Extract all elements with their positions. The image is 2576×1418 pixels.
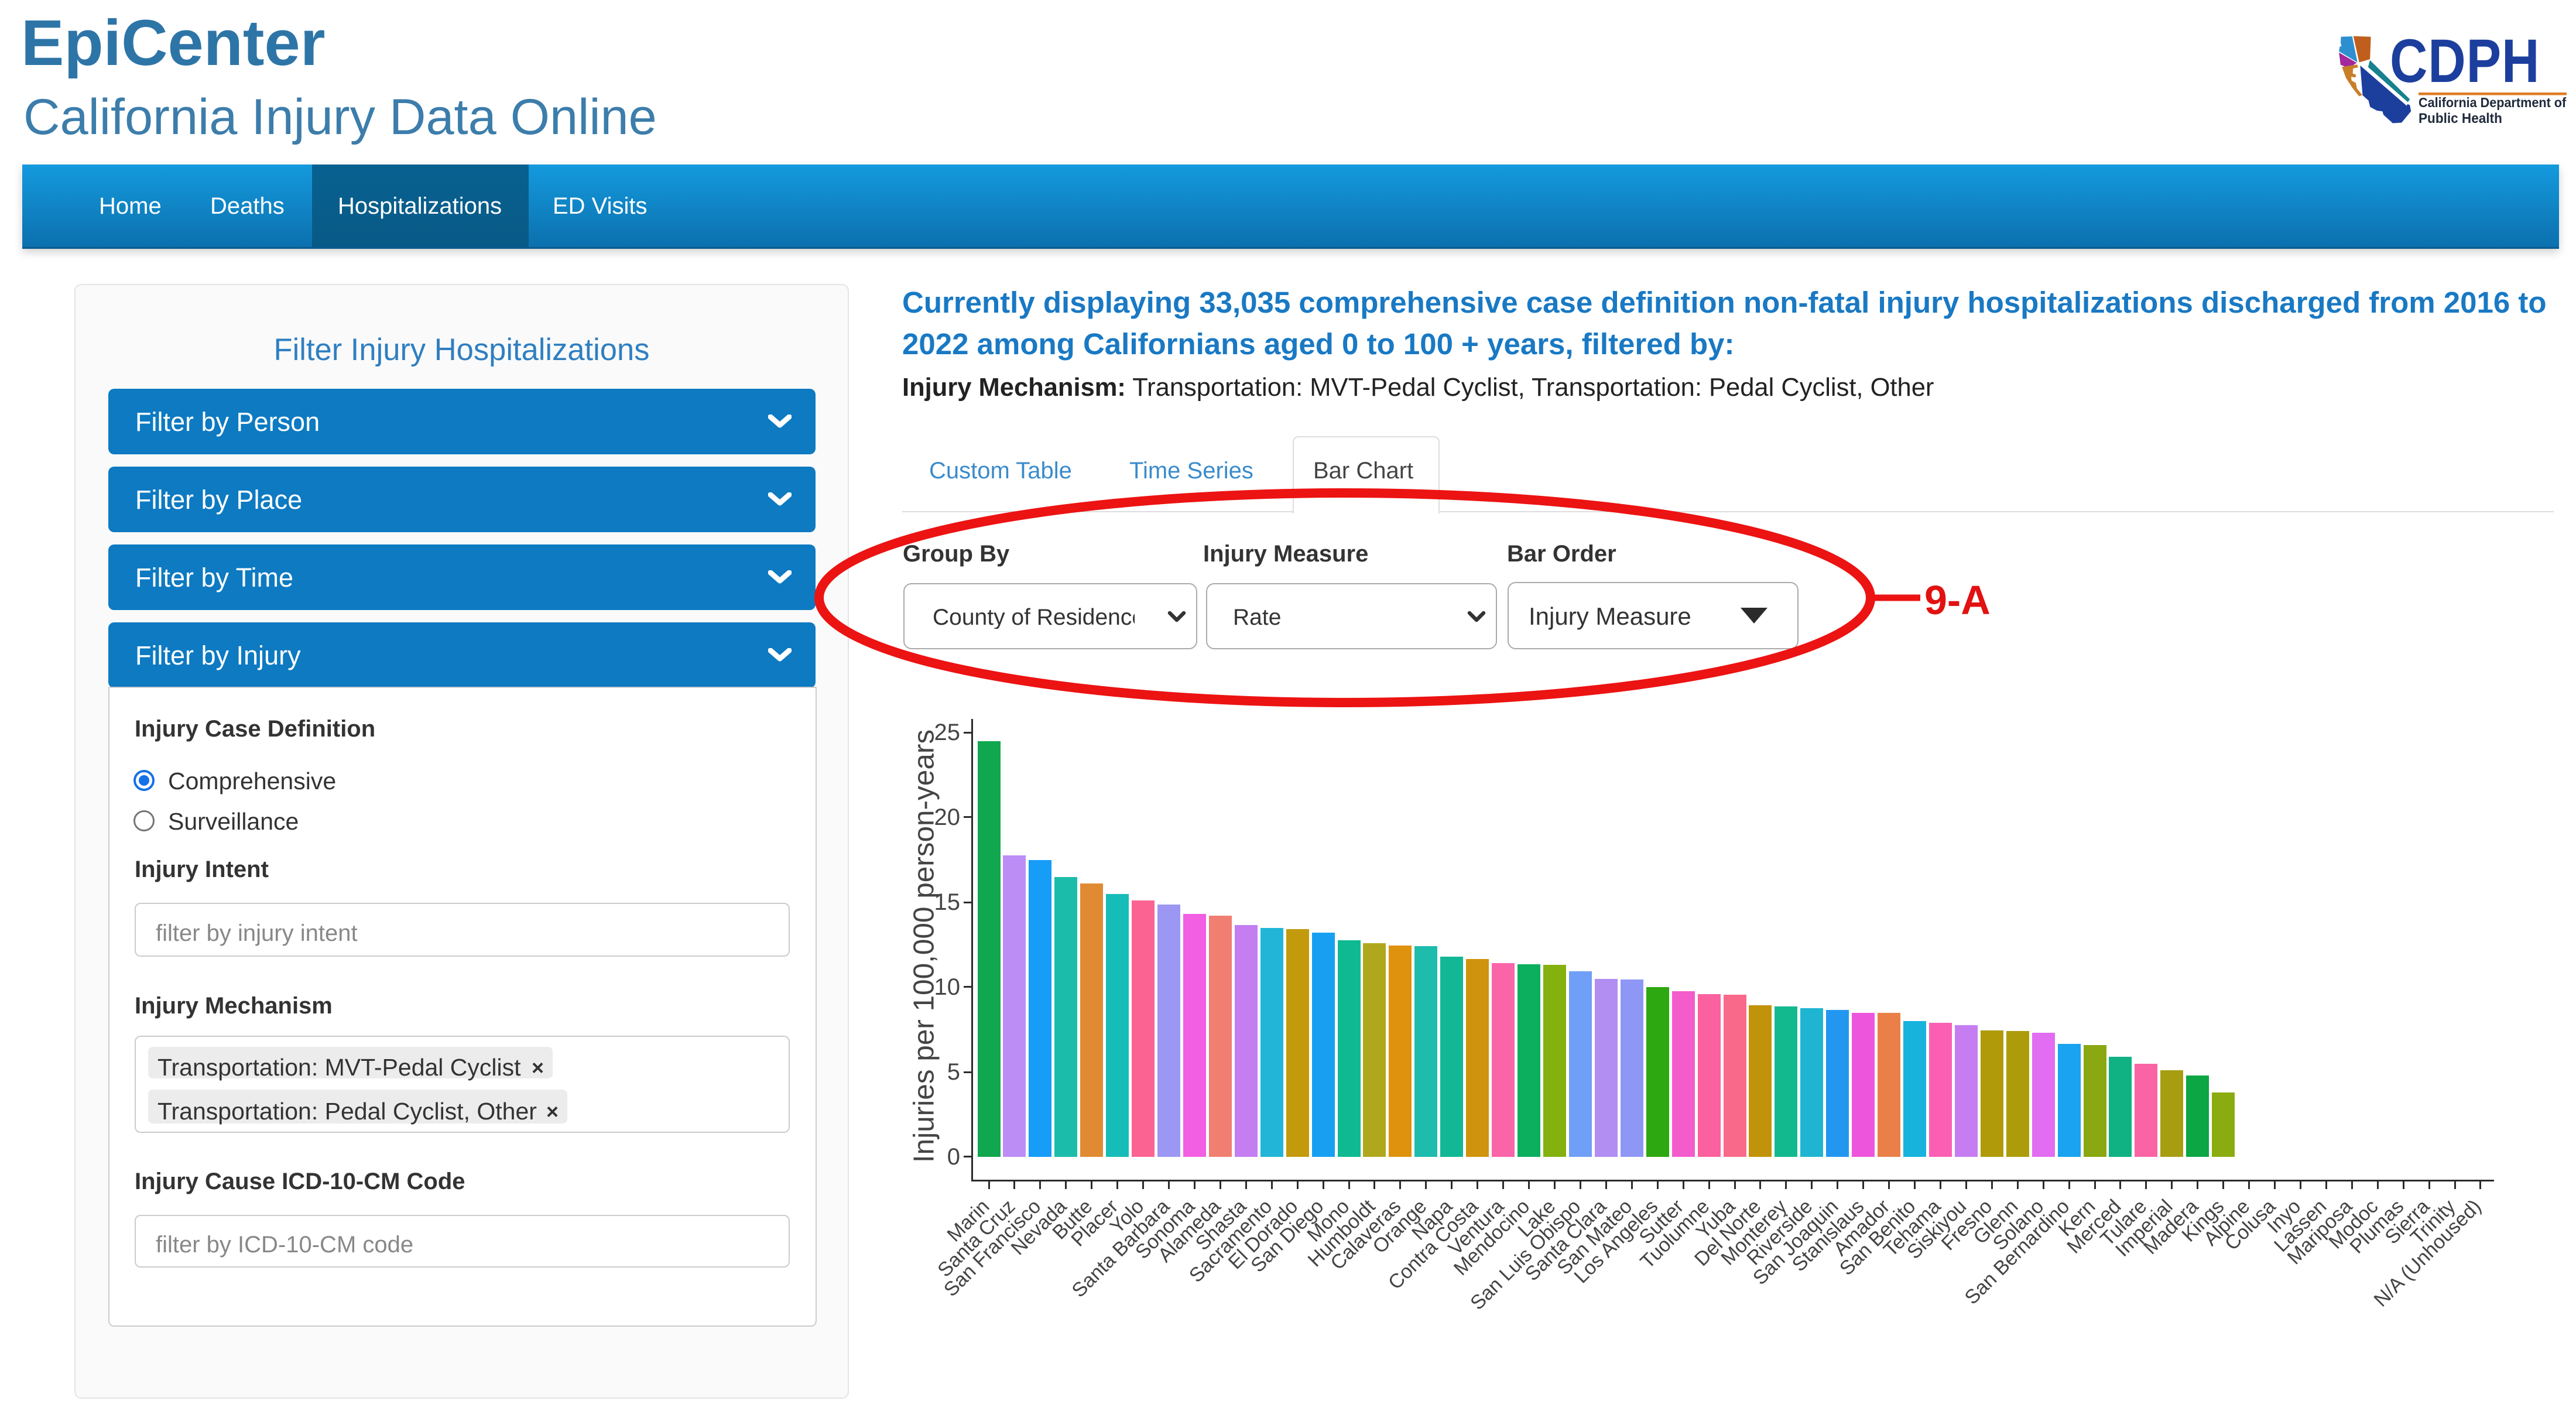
svg-text:CDPH: CDPH [2390,32,2540,95]
svg-text:California Department of: California Department of [2419,95,2567,110]
svg-text:Public Health: Public Health [2419,110,2502,126]
